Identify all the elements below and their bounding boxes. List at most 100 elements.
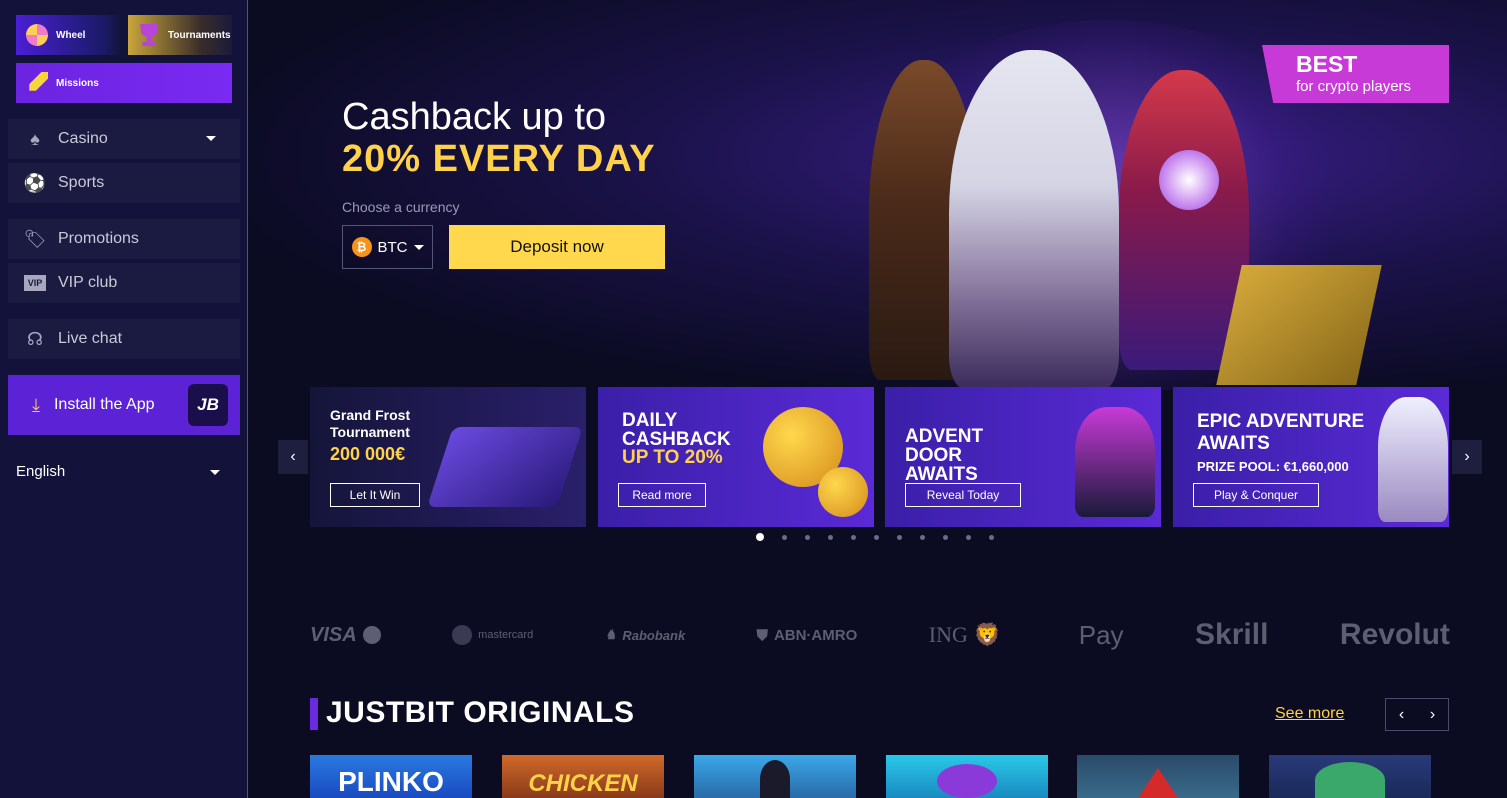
ing-logo: ING 🦁: [929, 622, 1002, 648]
visa-text: VISA: [310, 623, 357, 646]
install-app-label: Install the App: [53, 396, 155, 413]
promo-amount: 200 000€: [330, 444, 406, 464]
promo-title: ADVENT DOOR AWAITS: [905, 426, 984, 485]
promo-card-epic-adventure[interactable]: EPIC ADVENTURE AWAITS PRIZE POOL: €1,660…: [1173, 387, 1449, 527]
carousel-dot[interactable]: [805, 534, 810, 540]
promo-subtitle: UP TO 20%: [622, 447, 723, 468]
reveal-today-button[interactable]: Reveal Today: [905, 483, 1021, 507]
download-icon: ⤓: [32, 394, 40, 415]
badge-title: BEST: [1296, 51, 1358, 77]
chevron-down-icon[interactable]: [206, 136, 216, 141]
tournaments-button[interactable]: Tournaments: [128, 15, 232, 55]
badge-subtitle: for crypto players: [1296, 78, 1412, 95]
rabobank-logo: ♞ Rabobank: [605, 627, 686, 643]
carousel-dot[interactable]: [989, 534, 994, 540]
game-tile-turtle[interactable]: [1269, 755, 1431, 798]
currency-value: BTC: [377, 238, 408, 256]
zeus-character-image: [949, 50, 1119, 390]
promo-card-grand-frost[interactable]: Grand Frost Tournament 200 000€ Let It W…: [310, 387, 586, 527]
jb-logo: JB: [188, 384, 228, 426]
carousel-dot[interactable]: [851, 534, 856, 540]
section-accent-bar: [310, 698, 318, 730]
originals-pagination: ‹ ›: [1385, 698, 1449, 731]
carousel-prev-button[interactable]: ‹: [278, 440, 308, 474]
carousel-dot[interactable]: [828, 534, 833, 540]
sidebar-item-vip[interactable]: VIP VIP club: [8, 263, 240, 303]
sidebar-item-promotions[interactable]: 🏷 Promotions: [8, 219, 240, 259]
see-more-link[interactable]: See more: [1275, 705, 1344, 723]
bitcoin-icon: ₿: [351, 237, 372, 257]
hero-banner: Cashback up to 20% EVERY DAY Choose a cu…: [249, 0, 1507, 390]
carousel-dot[interactable]: [966, 534, 971, 540]
crystal-ball-image: [1159, 150, 1219, 210]
section-title: JUSTBIT ORIGINALS: [326, 696, 635, 729]
carousel-dot[interactable]: [897, 534, 902, 540]
game-tile-christmas[interactable]: [1077, 755, 1239, 798]
lion-icon: 🦁: [973, 622, 1002, 647]
promo-card-advent[interactable]: ADVENT DOOR AWAITS Reveal Today: [885, 387, 1161, 527]
carousel-dot[interactable]: [943, 534, 948, 540]
revolut-text: Revolut: [1339, 618, 1450, 651]
character-image: [1075, 407, 1155, 517]
abn-amro-text: ABN·AMRO: [773, 626, 858, 644]
currency-select[interactable]: ₿ BTC: [342, 225, 433, 269]
game-tile-fish[interactable]: [886, 755, 1048, 798]
carousel-dot[interactable]: [756, 533, 764, 541]
carousel-next-button[interactable]: ›: [1452, 440, 1482, 474]
coin-image: [818, 467, 868, 517]
promo-title: EPIC ADVENTURE AWAITS: [1197, 411, 1365, 454]
player-image: [760, 760, 790, 798]
install-app-button[interactable]: ⤓ Install the App JB: [8, 375, 240, 435]
carousel-dot[interactable]: [874, 534, 879, 540]
promo-card-daily-cashback[interactable]: DAILY CASHBACK UP TO 20% Read more: [598, 387, 874, 527]
game-tile-chicken-royal[interactable]: CHICKEN: [502, 755, 664, 798]
chevron-right-icon[interactable]: ›: [1417, 699, 1448, 730]
spade-icon: ♠: [30, 128, 40, 149]
mastercard-circle-icon: [452, 625, 473, 645]
app: Wheel Tournaments Missions ♠ Casino ⚽ Sp…: [0, 0, 1507, 798]
revolut-logo: Revolut: [1340, 618, 1450, 652]
missions-button[interactable]: Missions: [16, 63, 232, 103]
carousel-dot[interactable]: [920, 534, 925, 540]
headset-icon: ☊: [27, 328, 43, 349]
mastercard-text: mastercard: [478, 629, 534, 641]
sidebar: Wheel Tournaments Missions ♠ Casino ⚽ Sp…: [0, 0, 248, 798]
language-select[interactable]: English: [16, 463, 226, 480]
apple-pay-text: Pay: [1078, 619, 1124, 650]
wheel-button[interactable]: Wheel: [16, 15, 120, 55]
shield-icon: ⛊: [756, 626, 768, 644]
fish-image: [937, 764, 997, 798]
promo-title: DAILY CASHBACK: [622, 410, 731, 450]
turtle-image: [1315, 762, 1385, 798]
let-it-win-button[interactable]: Let It Win: [330, 483, 420, 507]
golden-book-image: [1216, 265, 1382, 385]
vip-icon: VIP: [24, 275, 46, 291]
hero-title-line2: 20% EVERY DAY: [342, 138, 656, 180]
sidebar-item-casino[interactable]: ♠ Casino: [8, 119, 240, 159]
carousel-dot[interactable]: [782, 534, 787, 540]
sidebar-item-label: Casino: [58, 130, 108, 147]
game-tile-football[interactable]: [694, 755, 856, 798]
tag-icon: 🏷: [23, 228, 47, 249]
rocket-icon: [29, 72, 48, 91]
visa-logo: VISA: [310, 624, 381, 647]
abn-amro-logo: ⛊ ABN·AMRO: [757, 627, 858, 644]
chevron-down-icon: [210, 470, 220, 475]
skrill-logo: Skrill: [1195, 618, 1268, 652]
zeus-image: [1378, 397, 1448, 522]
ing-text: ING: [928, 622, 968, 647]
mastercard-logo: mastercard: [452, 625, 533, 645]
apple-pay-logo: Pay: [1073, 620, 1124, 651]
read-more-button[interactable]: Read more: [618, 483, 706, 507]
game-title: CHICKEN: [528, 770, 638, 797]
sidebar-item-label: VIP club: [58, 274, 118, 291]
chevron-left-icon[interactable]: ‹: [1386, 699, 1417, 730]
rabobank-text: Rabobank: [622, 627, 686, 643]
deposit-now-button[interactable]: Deposit now: [449, 225, 665, 269]
sidebar-item-sports[interactable]: ⚽ Sports: [8, 163, 240, 203]
play-conquer-button[interactable]: Play & Conquer: [1193, 483, 1319, 507]
promo-title: Grand Frost Tournament: [330, 407, 411, 440]
game-title: PLINKO: [338, 766, 444, 797]
game-tile-plinko[interactable]: PLINKO: [310, 755, 472, 798]
sidebar-item-live-chat[interactable]: ☊ Live chat: [8, 319, 240, 359]
